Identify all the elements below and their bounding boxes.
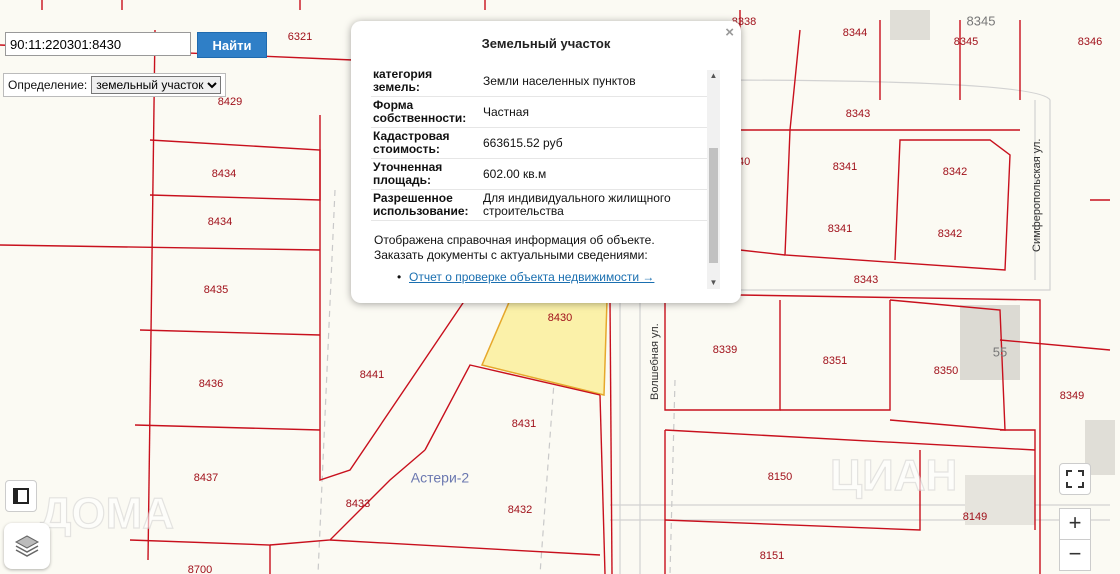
popup-body: категория земель: Земли населенных пункт… (371, 66, 707, 290)
parcel-label-8441: 8441 (360, 369, 384, 381)
attr-row-permitted-use: Разрешенное использование: Для индивидуа… (371, 190, 707, 221)
definition-label: Определение: (8, 78, 88, 92)
parcel-label-8437: 8437 (194, 472, 218, 484)
parcel-label-8349: 8349 (1060, 390, 1084, 402)
info-line: Отображена справочная информация об объе… (374, 233, 655, 247)
parcel-label-8434: 8434 (212, 168, 236, 180)
parcel-label-8339: 8339 (713, 344, 737, 356)
attr-value: Частная (483, 104, 529, 119)
definition-select[interactable]: земельный участок (91, 76, 222, 94)
parcel-label-8700: 8700 (188, 564, 212, 574)
attr-key: Уточненная площадь: (373, 160, 443, 187)
find-button[interactable]: Найти (197, 32, 267, 58)
fullscreen-button[interactable] (1059, 463, 1091, 495)
parcel-label-8433: 8433 (346, 498, 370, 510)
search-bar: Найти (5, 32, 267, 58)
parcel-label-8342: 8342 (938, 228, 962, 240)
attr-value: Для индивидуального жилищного строительс… (483, 191, 671, 218)
fullscreen-icon (1066, 470, 1084, 488)
attr-row-cadastral-value: Кадастровая стоимость: 663615.52 руб (371, 128, 707, 159)
parcel-label-8350: 8350 (934, 365, 958, 377)
frame-icon (13, 488, 29, 504)
layers-button[interactable] (4, 523, 50, 569)
definition-selector: Определение: земельный участок (3, 73, 227, 97)
parcel-info-popup: × Земельный участок категория земель: Зе… (351, 21, 741, 303)
building (890, 10, 930, 40)
parcel-label-8435: 8435 (204, 284, 228, 296)
street-label-simferopolskaya: Симферопольская ул. (1031, 139, 1043, 252)
parcel-label-8434: 8434 (208, 216, 232, 228)
attr-value: 602.00 кв.м (483, 166, 547, 181)
parcel-label-8341: 8341 (833, 161, 857, 173)
popup-title: Земельный участок (481, 36, 611, 51)
attr-row-area: Уточненная площадь: 602.00 кв.м (371, 159, 707, 190)
attr-key: Форма собственности: (373, 98, 467, 125)
info-line: Заказать документы с актуальными сведени… (374, 248, 648, 262)
parcel-label-8342: 8342 (943, 166, 967, 178)
parcel-label-8343: 8343 (854, 274, 878, 286)
attr-value: 663615.52 руб (483, 135, 563, 150)
scroll-up-arrow-icon[interactable]: ▲ (707, 70, 720, 82)
parcel-label-8431: 8431 (512, 418, 536, 430)
attr-row-ownership: Форма собственности: Частная (371, 97, 707, 128)
report-link[interactable]: Отчет о проверке объекта недвижимости → (371, 270, 707, 284)
parcel-label-6321: 6321 (288, 31, 312, 43)
zoom-in-button[interactable]: + (1059, 508, 1091, 540)
attr-key: категория земель: (373, 67, 433, 94)
print-frame-button[interactable] (5, 480, 37, 512)
attr-key: Кадастровая стоимость: (373, 129, 450, 156)
parcel-label-8345: 8345 (954, 36, 978, 48)
attr-value: Земли населенных пунктов (483, 73, 636, 88)
layers-icon (14, 535, 40, 557)
attr-key: Разрешенное использование: (373, 191, 469, 218)
popup-scrollbar[interactable]: ▲ ▼ (707, 70, 720, 289)
cadastral-search-input[interactable] (5, 32, 191, 56)
parcel-label-8150: 8150 (768, 471, 792, 483)
parcel-label-8429: 8429 (218, 96, 242, 108)
parcel-label-8436: 8436 (199, 378, 223, 390)
scroll-down-arrow-icon[interactable]: ▼ (707, 277, 720, 289)
district-label: Астери-2 (411, 470, 470, 486)
building (960, 305, 1020, 380)
watermark-text: ЦИАН (830, 451, 957, 500)
house-number: 55 (993, 344, 1007, 359)
parcel-label-8151: 8151 (760, 550, 784, 562)
parcel-label-8341: 8341 (828, 223, 852, 235)
parcel-label-8346: 8346 (1078, 36, 1102, 48)
info-text: Отображена справочная информация об объе… (371, 233, 707, 263)
parcel-label-8432: 8432 (508, 504, 532, 516)
street-label-volshebnaya: Волшебная ул. (649, 323, 661, 400)
parcel-label-8344: 8344 (843, 27, 867, 39)
attr-row-category: категория земель: Земли населенных пункт… (371, 66, 707, 97)
zoom-out-button[interactable]: − (1059, 539, 1091, 571)
parcel-label-8149: 8149 (963, 511, 987, 523)
parcel-label-8343: 8343 (846, 108, 870, 120)
watermark-text-left: ДОМА (40, 489, 174, 538)
scroll-thumb[interactable] (709, 148, 718, 263)
parcel-label-8345: 8345 (967, 13, 996, 28)
parcel-label-8351: 8351 (823, 355, 847, 367)
parcel-label-8430: 8430 (548, 312, 572, 324)
